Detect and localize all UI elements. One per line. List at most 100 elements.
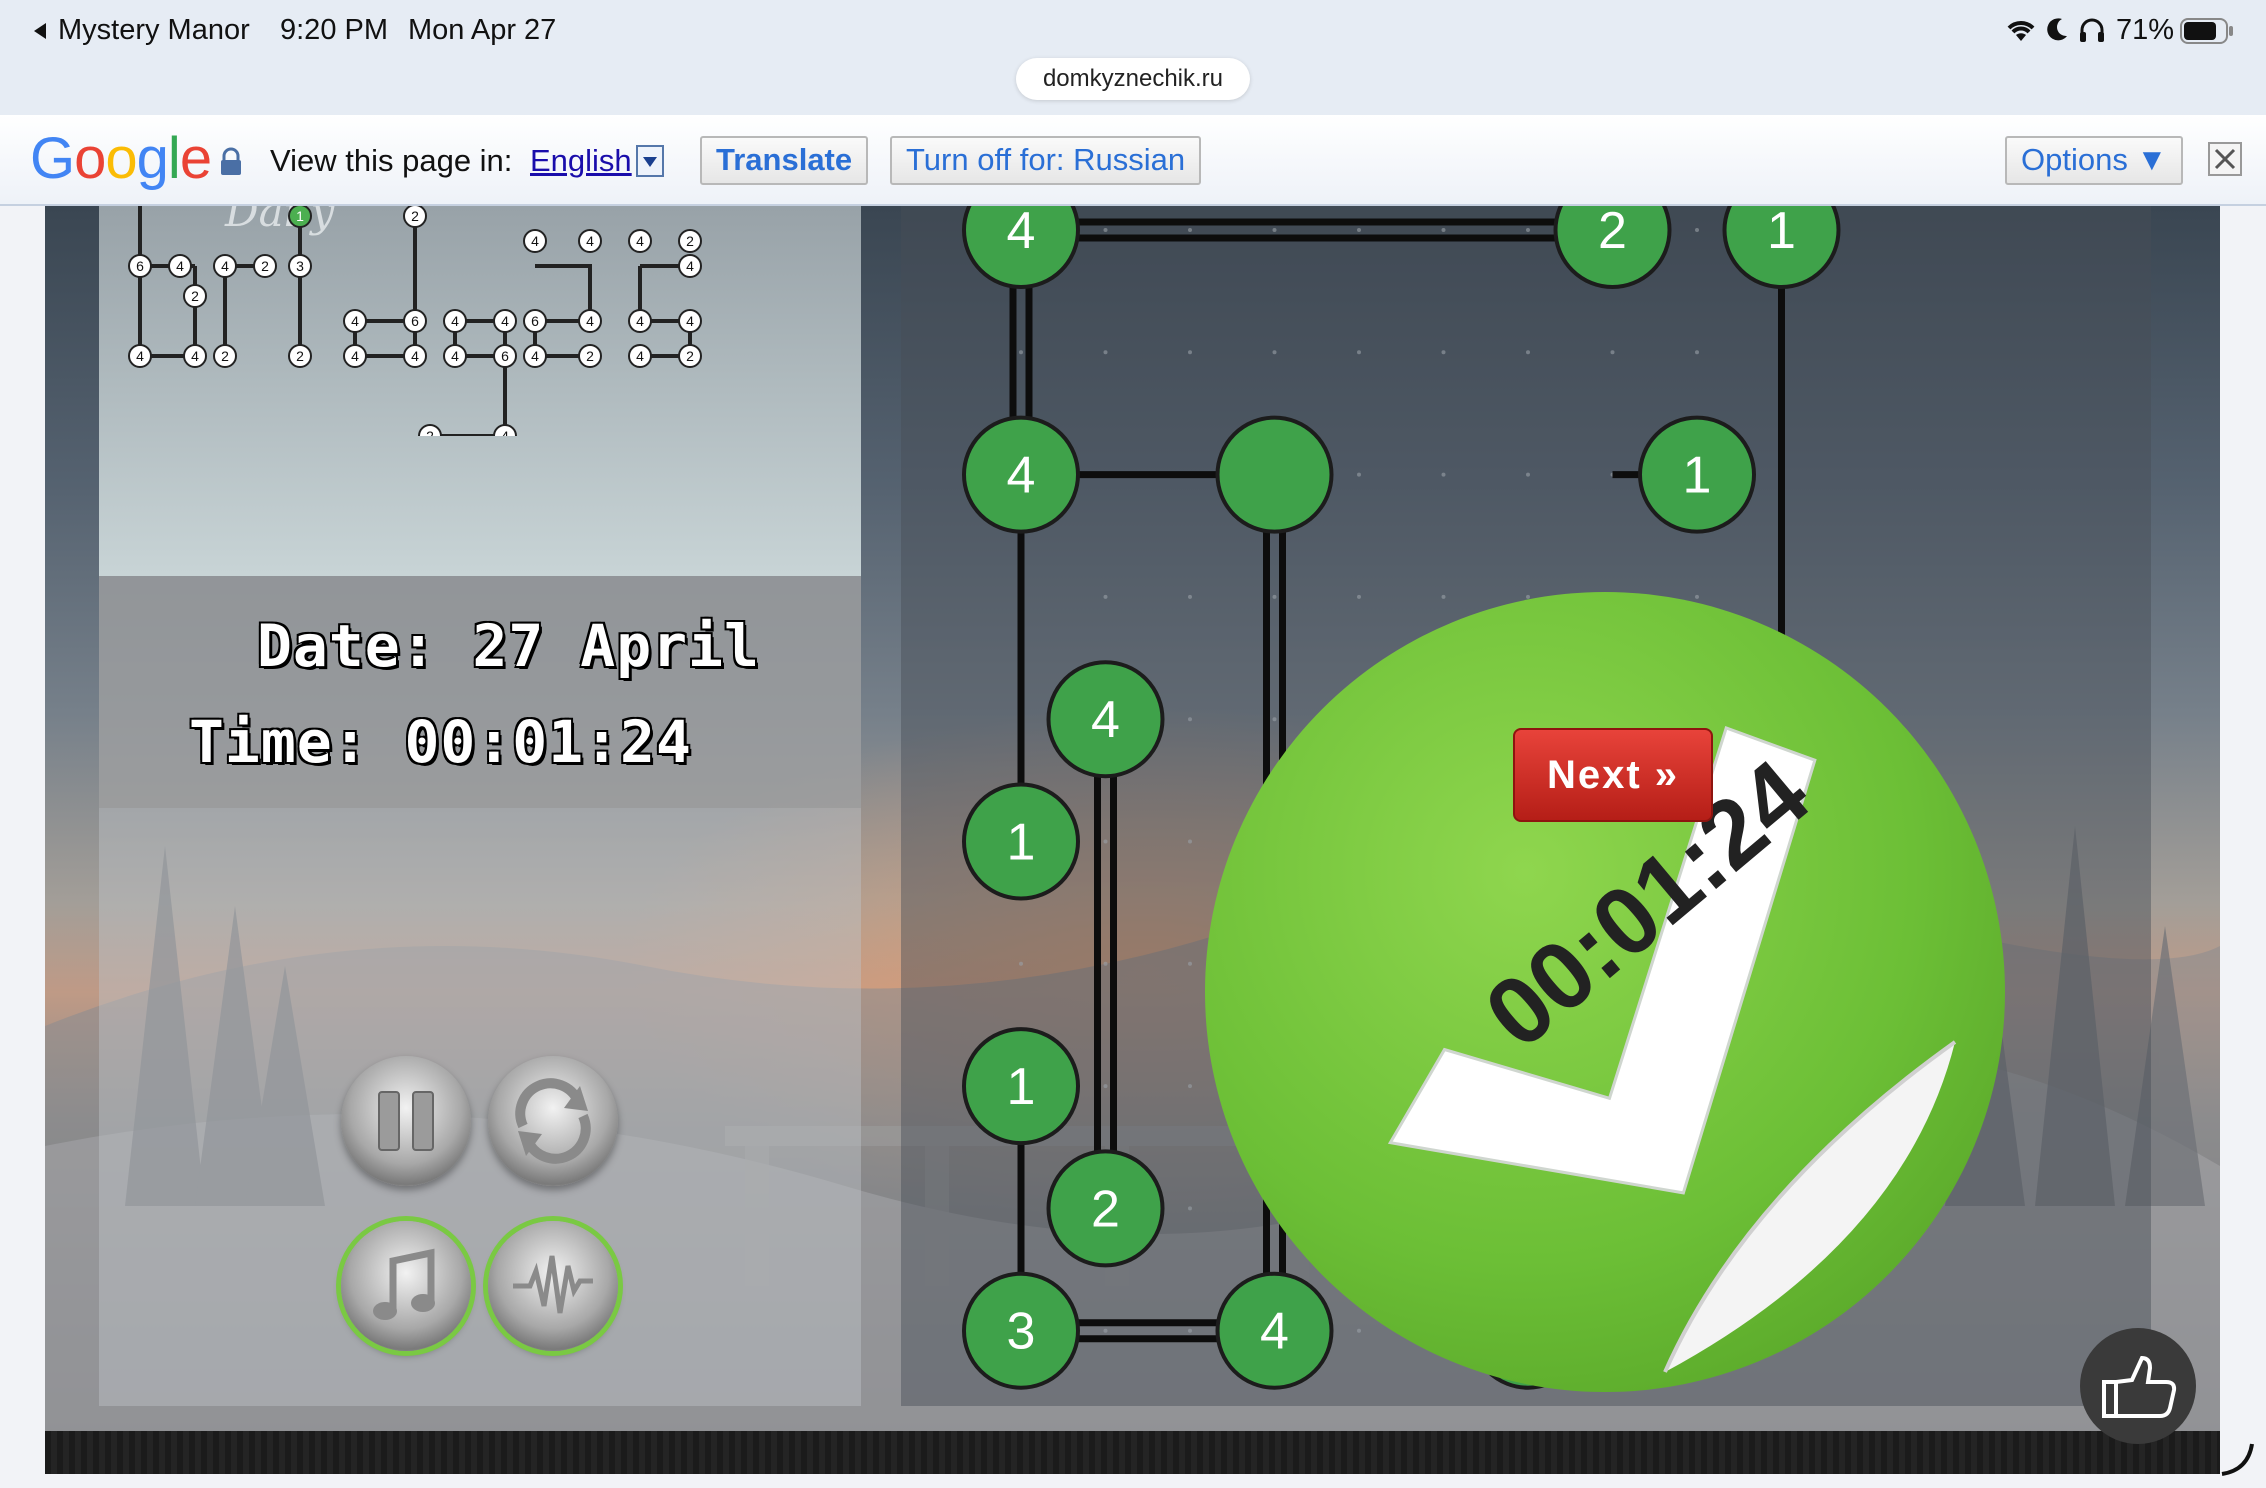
island-label: 4	[1091, 691, 1120, 749]
next-button[interactable]: Next »	[1513, 728, 1713, 822]
time-display: Time: 00:01:24	[189, 708, 692, 776]
grid-dot	[1188, 717, 1192, 722]
options-button[interactable]: Options ▼	[2005, 136, 2184, 185]
svg-text:4: 4	[586, 233, 594, 249]
svg-text:4: 4	[501, 428, 509, 436]
island-node[interactable]: 1	[1722, 206, 1841, 289]
logo-node: 2	[418, 424, 442, 436]
island-circle[interactable]	[1215, 415, 1334, 534]
pause-icon	[378, 1091, 434, 1151]
grid-dot	[1188, 1206, 1192, 1211]
island-node[interactable]: 2	[1553, 206, 1672, 289]
grid-dot	[1103, 1328, 1108, 1333]
grid-dot	[1188, 228, 1192, 232]
logo-node: 3	[288, 254, 312, 278]
wifi-icon	[2007, 21, 2035, 41]
grid-dot	[1188, 839, 1192, 844]
like-button[interactable]	[2080, 1328, 2196, 1444]
back-to-app[interactable]: Mystery Manor	[30, 14, 250, 47]
language-dropdown[interactable]	[636, 145, 664, 177]
svg-text:4: 4	[351, 313, 359, 329]
island-node[interactable]: 3	[962, 1271, 1080, 1390]
island-node[interactable]: 1	[962, 1027, 1080, 1146]
grid-dot	[1695, 350, 1699, 355]
translate-bar: Google View this page in: English Transl…	[0, 115, 2266, 206]
battery-percent: 71%	[2116, 14, 2175, 46]
back-arrow-icon	[34, 22, 46, 39]
island-node[interactable]: 1	[962, 782, 1080, 901]
moon-icon	[2047, 18, 2067, 41]
svg-text:4: 4	[686, 313, 694, 329]
grid-dot	[1188, 1328, 1192, 1333]
island-label: 1	[1007, 814, 1036, 872]
translate-button[interactable]: Translate	[700, 136, 869, 185]
grid-dot	[1441, 228, 1446, 232]
svg-text:4: 4	[586, 313, 594, 329]
music-button[interactable]	[341, 1221, 471, 1351]
translate-prompt: View this page in:	[270, 143, 513, 178]
svg-text:2: 2	[426, 428, 434, 436]
ios-status-bar: Mystery Manor 9:20 PM Mon Apr 27 71% dom…	[0, 0, 2266, 115]
island-label: 4	[1007, 447, 1036, 505]
island-node[interactable]: 1	[1638, 415, 1756, 534]
turn-off-button[interactable]: Turn off for: Russian	[890, 136, 1202, 185]
grid-dot	[1610, 350, 1615, 355]
svg-text:6: 6	[136, 258, 144, 274]
pause-button[interactable]	[341, 1056, 471, 1186]
island-node[interactable]	[1215, 415, 1334, 534]
island-node[interactable]: 2	[1046, 1149, 1165, 1268]
logo-node: 6	[493, 344, 517, 368]
svg-text:4: 4	[451, 348, 459, 364]
svg-text:4: 4	[451, 313, 459, 329]
date-display: Date: 27 April	[257, 612, 760, 680]
url-pill[interactable]: domkyznechik.ru	[1016, 58, 1250, 100]
grid-dot	[1526, 472, 1530, 477]
logo-node: 2	[253, 254, 277, 278]
grid-dot	[1272, 350, 1277, 355]
sound-button[interactable]	[488, 1221, 618, 1351]
svg-text:1: 1	[296, 208, 304, 224]
svg-text:4: 4	[411, 348, 419, 364]
grid-dot	[1103, 1084, 1108, 1089]
logo-node: 4	[578, 229, 602, 253]
logo-node: 4	[213, 254, 237, 278]
island-node[interactable]: 4	[962, 415, 1080, 534]
logo-node: 4	[403, 344, 427, 368]
svg-text:4: 4	[136, 348, 144, 364]
grid-dot	[1441, 350, 1446, 355]
svg-text:4: 4	[636, 348, 644, 364]
grid-dot	[1019, 350, 1023, 355]
logo-node: 4	[678, 309, 702, 333]
svg-text:4: 4	[191, 348, 199, 364]
grid-dot	[1357, 228, 1361, 232]
svg-text:2: 2	[686, 348, 694, 364]
grid-dot	[1272, 228, 1277, 232]
svg-text:4: 4	[531, 348, 539, 364]
grid-dot	[1357, 472, 1361, 477]
grid-dot	[1103, 961, 1108, 966]
logo-node: 2	[678, 229, 702, 253]
island-node[interactable]: 4	[962, 206, 1080, 289]
resize-handle-icon[interactable]	[2218, 1440, 2258, 1480]
svg-text:Daily: Daily	[224, 206, 336, 236]
svg-text:6: 6	[501, 348, 509, 364]
floor-strip	[45, 1431, 2220, 1474]
grid-dot	[1188, 1084, 1192, 1089]
svg-text:4: 4	[351, 348, 359, 364]
island-label: 1	[1683, 447, 1712, 505]
logo-node: 4	[128, 344, 152, 368]
island-node[interactable]: 4	[1046, 660, 1165, 779]
svg-text:4: 4	[686, 258, 694, 274]
close-translate-button[interactable]	[2208, 142, 2242, 176]
logo-node: 4	[343, 309, 367, 333]
svg-text:4: 4	[221, 258, 229, 274]
island-label: 3	[1007, 1303, 1036, 1361]
logo-node: 4	[678, 254, 702, 278]
island-label: 1	[1007, 1058, 1036, 1116]
logo-node: 4	[443, 344, 467, 368]
language-link[interactable]: English	[530, 143, 632, 179]
grid-dot	[1526, 350, 1530, 355]
restart-button[interactable]	[488, 1056, 618, 1186]
island-label: 1	[1767, 206, 1796, 260]
svg-text:4: 4	[531, 233, 539, 249]
